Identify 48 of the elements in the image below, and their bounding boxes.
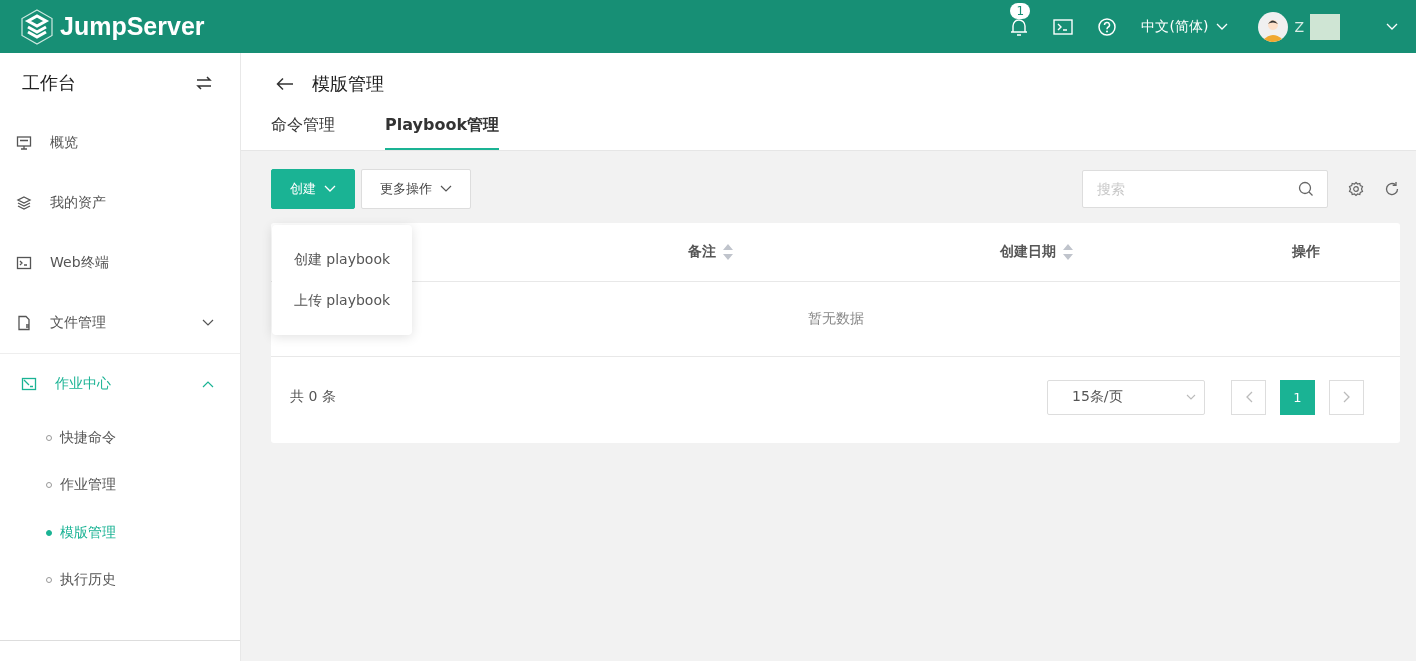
avatar-icon xyxy=(1258,11,1289,42)
bell-icon[interactable] xyxy=(1009,16,1030,37)
logo-text: JumpServer xyxy=(60,12,205,41)
terminal-icon[interactable] xyxy=(1053,17,1074,36)
chevron-right-icon xyxy=(1342,391,1351,403)
layers-icon xyxy=(16,195,32,211)
language-select[interactable]: 中文(简体) xyxy=(1141,17,1229,36)
search-icon xyxy=(1298,181,1314,197)
logo-icon xyxy=(20,8,54,45)
page-size-select[interactable]: 15条/页 xyxy=(1047,379,1205,415)
settings-icon[interactable] xyxy=(1348,181,1364,197)
terminal-icon xyxy=(16,255,32,271)
sidebar-item[interactable]: Web终端 xyxy=(0,233,240,293)
sidebar-title: 工作台 xyxy=(22,71,76,95)
tab[interactable]: 命令管理 xyxy=(271,115,335,150)
chevron-down-icon xyxy=(440,185,452,193)
total-count: 共 0 条 xyxy=(290,388,336,406)
chevron-down-icon xyxy=(1216,22,1229,31)
chevron-down-icon xyxy=(324,185,336,193)
page-title: 模版管理 xyxy=(312,72,384,96)
chevron-up-icon xyxy=(202,380,214,388)
more-actions-button[interactable]: 更多操作 xyxy=(361,169,471,209)
sidebar-subitem[interactable]: 快捷命令 xyxy=(0,414,240,462)
back-arrow-icon[interactable] xyxy=(276,77,294,91)
help-icon[interactable] xyxy=(1097,16,1118,37)
monitor-icon xyxy=(16,135,32,151)
chevron-down-icon xyxy=(1186,394,1196,400)
sidebar-item[interactable]: 文件管理 xyxy=(0,293,240,353)
column-header[interactable]: 创建日期 xyxy=(999,243,1056,261)
chevron-left-icon xyxy=(1244,391,1253,403)
column-header[interactable]: 备注 xyxy=(688,243,716,261)
tab[interactable]: Playbook管理 xyxy=(385,115,500,150)
sidebar-subitem[interactable]: 作业管理 xyxy=(0,461,240,509)
notification-badge: 1 xyxy=(1010,2,1031,19)
chevron-down-icon xyxy=(202,319,214,327)
refresh-icon[interactable] xyxy=(1384,181,1400,197)
file-icon xyxy=(16,315,32,331)
column-header[interactable]: 操作 xyxy=(1292,243,1320,261)
sidebar-subitem[interactable]: 执行历史 xyxy=(0,556,240,604)
document-icon xyxy=(21,376,37,392)
empty-text: 暂无数据 xyxy=(807,310,864,328)
menu-item[interactable]: 上传 playbook xyxy=(272,280,412,321)
switch-icon[interactable] xyxy=(196,76,212,90)
sidebar-item[interactable]: 我的资产 xyxy=(0,173,240,233)
chevron-down-icon[interactable] xyxy=(1386,22,1398,31)
menu-item[interactable]: 创建 playbook xyxy=(272,239,412,280)
sidebar-item[interactable]: 概览 xyxy=(0,113,240,173)
redaction-block xyxy=(1310,13,1340,40)
